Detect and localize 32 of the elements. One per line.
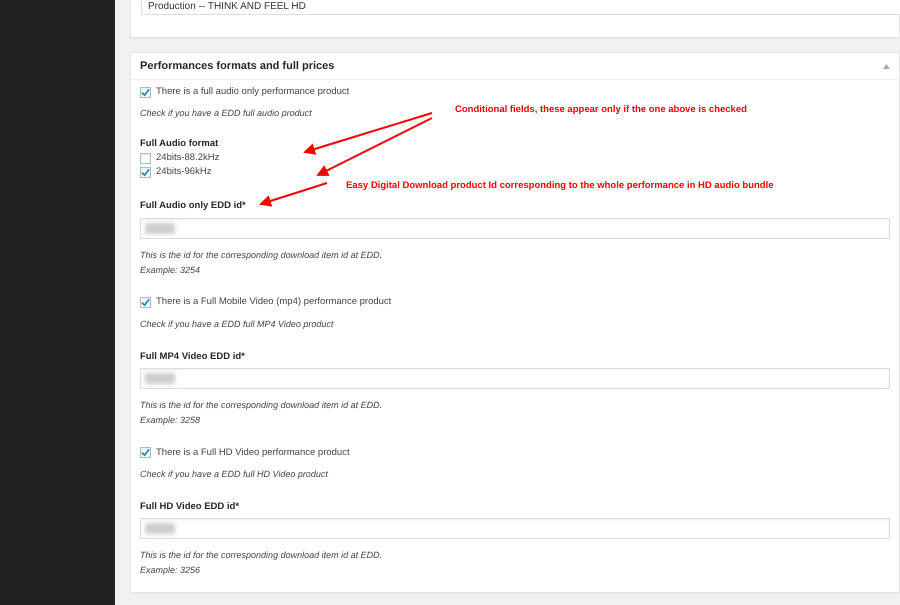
field-label: Full HD Video EDD id*	[140, 500, 240, 514]
checkbox[interactable]	[140, 152, 151, 164]
annotation-text: Easy Digital Download product Id corresponding to the whole performance in HD audio bundle	[346, 179, 774, 193]
field-label: Full Audio format	[140, 137, 220, 151]
checkbox-label: There is a Full HD Video performance product	[156, 446, 350, 460]
field-label: Full MP4 Video EDD id*	[140, 350, 246, 364]
help-text: Check if you have a EDD full audio product	[140, 107, 312, 120]
checkbox[interactable]	[140, 166, 151, 178]
help-text: Check if you have a EDD full MP4 Video product	[140, 318, 334, 331]
checkbox-label: There is a full audio only performance product	[156, 84, 350, 99]
annotation-arrow	[259, 182, 328, 207]
help-text: Example: 3258	[140, 414, 200, 427]
text-area[interactable]: Production -- THINK AND FEEL HD	[141, 0, 900, 15]
checkbox[interactable]	[140, 447, 151, 458]
help-text: Example: 3256	[140, 564, 200, 577]
checkbox[interactable]	[140, 297, 151, 308]
panel-title: Performances formats and full prices	[140, 58, 334, 74]
collapse-arrow-icon[interactable]	[883, 64, 890, 68]
input-field[interactable]	[140, 218, 890, 238]
help-text: Example: 3254	[140, 264, 200, 277]
checkbox-label: There is a Full Mobile Video (mp4) performance product	[156, 295, 392, 310]
help-text: Check if you have a EDD full HD Video product	[140, 468, 328, 481]
input-field[interactable]	[140, 518, 890, 539]
annotation-text: Conditional fields, these appear only if the one above is checked	[455, 103, 747, 117]
input-field[interactable]	[140, 368, 890, 389]
field-label: Full Audio only EDD id*	[140, 199, 247, 214]
checkbox-label: 24bits-96kHz	[156, 165, 212, 180]
help-text: This is the id for the corresponding download item id at EDD.	[140, 398, 382, 412]
checkbox-label: 24bits-88.2kHz	[156, 151, 220, 166]
help-text: This is the id for the corresponding download item id at EDD.	[140, 248, 382, 262]
checkbox[interactable]	[140, 86, 151, 98]
help-text: This is the id for the corresponding download item id at EDD.	[140, 549, 382, 562]
